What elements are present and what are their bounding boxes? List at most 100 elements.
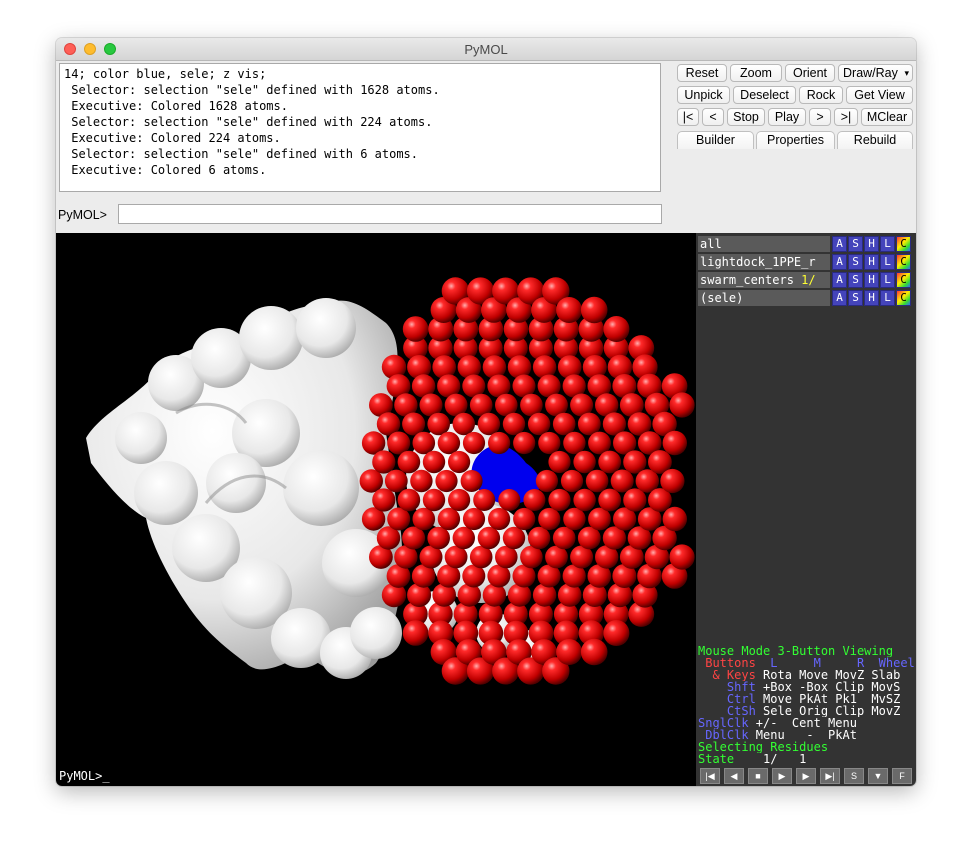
rock-button[interactable]: Rock: [799, 86, 843, 104]
stop-button[interactable]: Stop: [727, 108, 765, 126]
label-button[interactable]: L: [880, 290, 895, 306]
hide-button[interactable]: H: [864, 272, 879, 288]
action-button[interactable]: A: [832, 290, 847, 306]
window-title: PyMOL: [464, 42, 508, 57]
log-line: Selector: selection "sele" defined with …: [64, 83, 440, 97]
end-icon[interactable]: ▶|: [820, 768, 840, 784]
show-button[interactable]: S: [848, 290, 863, 306]
swarm-sphere: [488, 431, 511, 455]
action-button[interactable]: A: [832, 236, 847, 252]
action-button[interactable]: A: [832, 254, 847, 270]
step-forward-icon[interactable]: ▶: [796, 768, 816, 784]
molecular-viewport[interactable]: [56, 233, 696, 767]
key-actions: Rota Move MovZ Slab: [755, 669, 901, 681]
swarm-sphere: [402, 316, 429, 342]
swarm-sphere: [384, 469, 408, 493]
swarm-sphere: [598, 488, 622, 512]
play-icon[interactable]: ▶: [772, 768, 792, 784]
swarm-sphere: [662, 506, 687, 532]
end-button[interactable]: >|: [834, 108, 858, 126]
swarm-sphere: [502, 526, 526, 550]
object-name[interactable]: lightdock_1PPE_r: [698, 254, 830, 270]
show-button[interactable]: S: [848, 236, 863, 252]
scene-button[interactable]: S: [844, 768, 864, 784]
object-row-lightdock[interactable]: lightdock_1PPE_r A S H L C: [698, 254, 914, 270]
label-button[interactable]: L: [880, 272, 895, 288]
chevron-down-icon: ▾: [904, 68, 909, 78]
swarm-sphere: [452, 526, 475, 550]
swarm-sphere: [477, 412, 501, 436]
object-name[interactable]: all: [698, 236, 830, 252]
tab-properties[interactable]: Properties: [756, 131, 835, 149]
command-input[interactable]: [118, 204, 662, 224]
swarm-sphere: [402, 620, 429, 646]
orient-button[interactable]: Orient: [785, 64, 835, 82]
swarm-sphere: [460, 470, 483, 492]
color-button[interactable]: C: [896, 254, 911, 270]
key-label: Shft: [698, 681, 756, 693]
action-button[interactable]: A: [832, 272, 847, 288]
back-button[interactable]: <: [702, 108, 724, 126]
object-name-text: (sele): [700, 291, 744, 305]
label-button[interactable]: L: [880, 254, 895, 270]
key-label: CtSh: [698, 705, 756, 717]
unpick-button[interactable]: Unpick: [677, 86, 730, 104]
key-actions: Menu - PkAt: [748, 729, 857, 741]
show-button[interactable]: S: [848, 254, 863, 270]
rewind-icon[interactable]: |◀: [700, 768, 720, 784]
object-row-all[interactable]: all A S H L C: [698, 236, 914, 252]
tab-rebuild[interactable]: Rebuild: [837, 131, 913, 149]
swarm-sphere: [498, 489, 521, 511]
object-name[interactable]: swarm_centers 1/: [698, 272, 830, 288]
scene-menu-icon[interactable]: ▼: [868, 768, 888, 784]
key-label: SnglClk: [698, 717, 749, 729]
zoom-button[interactable]: Zoom: [730, 64, 782, 82]
swarm-sphere: [580, 296, 608, 324]
swarm-sphere: [538, 431, 561, 455]
draw-ray-label: Draw/Ray: [843, 66, 898, 80]
step-back-icon[interactable]: ◀: [724, 768, 744, 784]
swarm-sphere: [435, 469, 458, 493]
swarm-sphere: [669, 544, 695, 570]
mouse-mode-row: CtSh Sele Orig Clip MovZ: [698, 705, 916, 717]
show-button[interactable]: S: [848, 272, 863, 288]
swarm-sphere: [669, 392, 695, 418]
play-button[interactable]: Play: [768, 108, 806, 126]
object-row-swarm-centers[interactable]: swarm_centers 1/ A S H L C: [698, 272, 914, 288]
object-name[interactable]: (sele): [698, 290, 830, 306]
swarm-sphere: [412, 431, 436, 455]
label-button[interactable]: L: [880, 236, 895, 252]
mouse-mode-title[interactable]: Mouse Mode 3-Button Viewing: [698, 645, 916, 657]
swarm-sphere: [422, 450, 446, 474]
object-row-sele[interactable]: (sele) A S H L C: [698, 290, 914, 306]
key-label: Ctrl: [698, 693, 756, 705]
get-view-button[interactable]: Get View: [846, 86, 913, 104]
stop-icon[interactable]: ■: [748, 768, 768, 784]
color-button[interactable]: C: [896, 290, 911, 306]
deselect-button[interactable]: Deselect: [733, 86, 796, 104]
swarm-sphere: [548, 450, 571, 474]
swarm-sphere: [573, 488, 596, 512]
swarm-sphere: [427, 412, 451, 436]
color-button[interactable]: C: [896, 236, 911, 252]
log-line: Selector: selection "sele" defined with …: [64, 115, 433, 129]
color-button[interactable]: C: [896, 272, 911, 288]
viewer-command-line[interactable]: PyMOL>_: [56, 767, 696, 786]
mclear-button[interactable]: MClear: [861, 108, 913, 126]
hide-button[interactable]: H: [864, 290, 879, 306]
swarm-sphere: [410, 469, 433, 493]
fullscreen-button[interactable]: F: [892, 768, 912, 784]
swarm-sphere: [462, 507, 486, 531]
hide-button[interactable]: H: [864, 254, 879, 270]
swarm-sphere: [448, 488, 471, 512]
reset-button[interactable]: Reset: [677, 64, 727, 82]
hide-button[interactable]: H: [864, 236, 879, 252]
swarm-sphere: [560, 469, 584, 493]
mouse-mode-panel[interactable]: Mouse Mode 3-Button Viewing Buttons L M …: [698, 645, 916, 767]
rewind-button[interactable]: |<: [677, 108, 699, 126]
forward-button[interactable]: >: [809, 108, 831, 126]
swarm-sphere: [573, 450, 596, 474]
selecting-mode[interactable]: Selecting Residues: [698, 741, 916, 753]
tab-builder[interactable]: Builder: [677, 131, 754, 149]
draw-ray-menu[interactable]: Draw/Ray ▾: [838, 64, 913, 82]
